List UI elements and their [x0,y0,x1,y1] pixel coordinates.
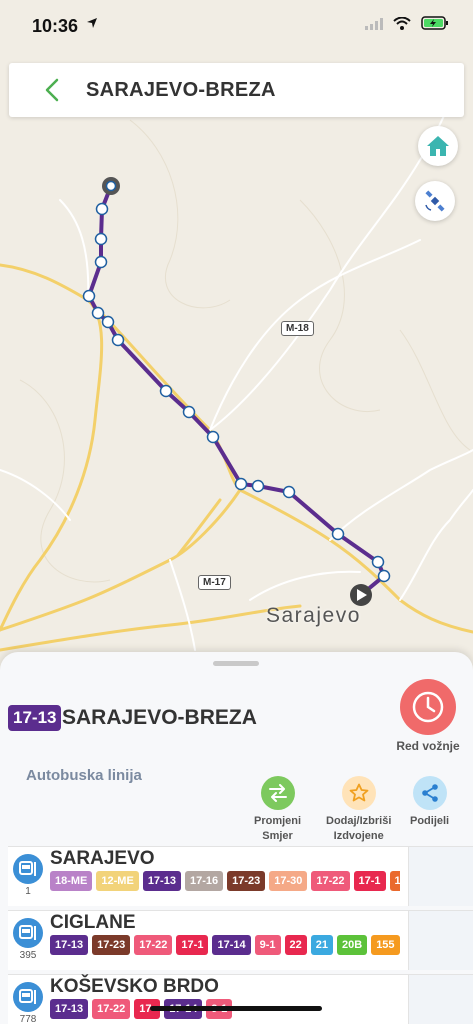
share-button[interactable]: Podijeli [410,776,449,829]
road-label-m18: M-18 [281,321,314,336]
stop-row[interactable]: 778 KOŠEVSKO BRDO 17-13 17-22 17- 17-14 … [8,974,408,1024]
share-icon [412,776,447,810]
line-chip[interactable]: 17-30 [269,871,308,891]
toggle-favorite-button[interactable]: Dodaj/Izbriši Izdvojene [326,776,391,844]
line-chip[interactable]: 155 [371,935,400,955]
stop-side-cell [408,846,473,906]
stop-side-cell [408,974,473,1024]
clock-icon [412,691,444,723]
route-stop-marker[interactable] [82,289,96,303]
route-stop-marker[interactable] [371,555,385,569]
line-chip[interactable]: 9-1 [254,935,281,955]
route-stop-marker[interactable] [206,430,220,444]
stop-number: 778 [19,1014,37,1024]
chevron-left-icon [45,78,59,102]
status-bar: 10:36 [0,0,473,50]
line-chip[interactable]: 20B [337,935,368,955]
stop-row[interactable]: 395 CIGLANE 17-13 17-23 17-22 17-1 17-14… [8,910,408,970]
sheet-drag-handle[interactable] [213,661,259,666]
change-direction-label: Promjeni Smjer [254,814,301,844]
city-label: Sarajevo [266,604,361,627]
swap-arrows-icon [260,776,295,810]
action-label-line: Promjeni [254,815,302,827]
route-stop-marker[interactable] [94,255,108,269]
route-stop-marker[interactable] [91,306,105,320]
stop-name: CIGLANE [50,912,136,933]
line-chip[interactable]: 17-14 [212,935,251,955]
stop-side-cell [408,910,473,970]
line-chips: 18-ME 12-ME 17-13 17-16 17-23 17-30 17-2… [50,871,400,891]
line-details-sheet[interactable]: 17-13 SARAJEVO-BREZA Red vožnje Autobusk… [0,652,473,1024]
status-time: 10:36 [32,16,79,36]
line-chip[interactable]: 21 [310,935,333,955]
bus-stop-icon [13,982,43,1012]
line-chip[interactable]: 17-22 [92,999,131,1019]
bus-stop-icon [13,854,43,884]
star-icon [341,776,376,810]
home-button[interactable] [418,126,458,166]
route-stop-marker[interactable] [111,333,125,347]
back-button[interactable] [41,77,65,103]
route-start-marker[interactable] [350,584,372,606]
route-stop-marker[interactable] [159,384,173,398]
line-type: Autobuska linija [26,767,142,784]
signal-icon [365,17,383,35]
route-stop-marker[interactable] [234,477,248,491]
line-chip[interactable]: 17-23 [92,935,131,955]
action-label-line: Dodaj/Izbriši [326,815,392,827]
line-chip[interactable]: 17-13 [142,871,181,891]
bus-stop-icon [13,918,43,948]
road-label-m17: M-17 [198,575,231,590]
stop-number: 395 [19,950,37,961]
wifi-icon [393,16,411,35]
route-stop-marker[interactable] [101,315,115,329]
line-chips: 17-13 17-23 17-22 17-1 17-14 9-1 22 21 2… [50,935,400,955]
route-stop-marker[interactable] [251,479,265,493]
line-chip[interactable]: 17-22 [311,871,350,891]
change-direction-button[interactable]: Promjeni Smjer [254,776,301,844]
route-stop-marker[interactable] [182,405,196,419]
line-number-badge: 17-13 [8,705,62,731]
satellite-icon [425,190,445,212]
action-label-line: Smjer [262,830,293,842]
line-chip[interactable]: 17-13 [50,999,89,1019]
stop-number: 1 [25,886,31,897]
line-chip[interactable]: 18-ME [50,871,93,891]
route-end-marker[interactable] [102,177,120,195]
home-icon [427,136,449,156]
stop-name: KOŠEVSKO BRDO [50,976,219,997]
location-arrow-icon [86,17,98,32]
route-stop-marker[interactable] [94,232,108,246]
line-chip[interactable]: 17-1 [176,935,209,955]
route-stop-marker[interactable] [377,569,391,583]
header-bar: SARAJEVO-BREZA [9,63,464,117]
stop-row[interactable]: 1 SARAJEVO 18-ME 12-ME 17-13 17-16 17-23… [8,846,408,906]
line-chip[interactable]: 17-23 [227,871,266,891]
line-chip[interactable]: 17-1 [353,871,386,891]
share-label: Podijeli [410,815,450,827]
battery-charging-icon [421,16,449,35]
page-title: SARAJEVO-BREZA [86,79,276,101]
home-indicator [150,1006,322,1011]
line-chip[interactable]: 22 [284,935,307,955]
route-stop-marker[interactable] [95,202,109,216]
timetable-label: Red vožnje [396,739,460,753]
line-chip[interactable]: 17-16 [184,871,224,891]
satellite-layer-button[interactable] [415,181,455,221]
route-stop-marker[interactable] [282,485,296,499]
line-chip[interactable]: 17 [389,871,400,891]
timetable-button[interactable] [400,679,456,735]
stop-name: SARAJEVO [50,848,155,869]
line-chip[interactable]: 17-22 [134,935,173,955]
line-chip[interactable]: 17-13 [50,935,89,955]
line-name: SARAJEVO-BREZA [62,706,257,729]
toggle-favorite-label: Dodaj/Izbriši Izdvojene [326,814,391,844]
action-label-line: Izdvojene [333,830,384,842]
line-chip[interactable]: 12-ME [96,871,139,891]
route-stop-marker[interactable] [331,527,345,541]
status-icons [365,16,449,35]
